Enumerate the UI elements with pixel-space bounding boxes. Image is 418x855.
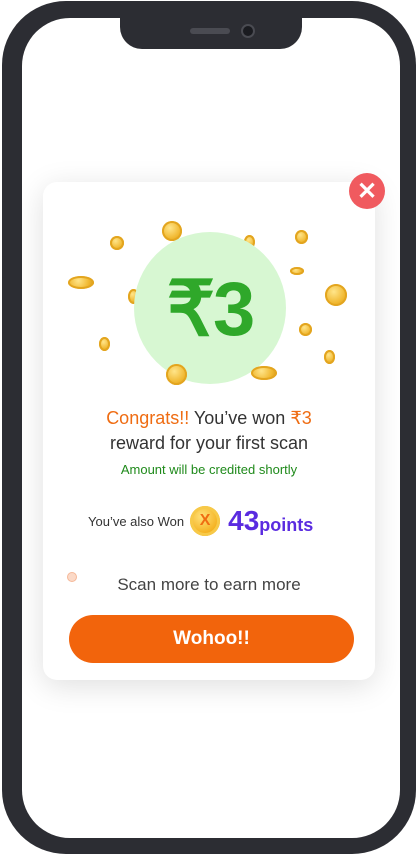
close-button[interactable]: ✕ <box>349 173 385 209</box>
camera <box>241 24 255 38</box>
headline-mid-text: You’ve won <box>189 408 291 428</box>
power-button <box>412 211 416 301</box>
phone-screen: ₹3 ✕ Congrats!! You’ve won ₹3 reward for… <box>22 18 400 838</box>
volume-down-button <box>2 277 6 333</box>
notch <box>120 18 302 49</box>
credit-note: Amount will be credited shortly <box>120 462 298 477</box>
coin-icon <box>324 350 335 364</box>
reward-amount: ₹3 <box>166 266 256 352</box>
close-icon: ✕ <box>356 177 378 205</box>
reward-headline: Congrats!! You’ve won ₹3 reward for your… <box>43 406 375 456</box>
points-value: 43 <box>228 505 260 536</box>
headline-line2: reward for your first scan <box>109 433 309 453</box>
points-coin-icon: X <box>190 506 221 536</box>
points-row: You’ve also Won X 43 points <box>88 504 358 538</box>
phone-frame: ₹3 ✕ Congrats!! You’ve won ₹3 reward for… <box>2 1 416 854</box>
coin-icon <box>166 364 187 385</box>
points-coin-letter: X <box>199 512 211 529</box>
mute-switch <box>2 141 6 169</box>
coin-icon <box>295 230 308 244</box>
coin-icon <box>290 267 304 275</box>
congrats-text: Congrats!! <box>106 408 190 428</box>
points-unit: points <box>259 514 314 535</box>
headline-amount: ₹3 <box>290 408 312 428</box>
coin-icon <box>68 276 94 289</box>
coin-icon <box>251 366 277 380</box>
also-won-label: You’ve also Won <box>88 513 185 529</box>
wohoo-button[interactable]: Wohoo!! <box>69 615 354 663</box>
coin-icon <box>99 337 110 351</box>
coin-icon <box>110 236 124 250</box>
speaker <box>190 28 230 34</box>
scan-more-text: Scan more to earn more <box>117 575 301 594</box>
volume-up-button <box>2 201 6 257</box>
coin-icon <box>299 323 312 336</box>
coin-icon <box>325 284 347 306</box>
